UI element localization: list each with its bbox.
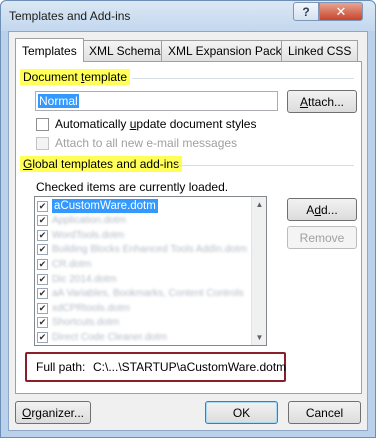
list-scrollbar[interactable]: ▲ ▼ xyxy=(251,197,266,345)
help-icon: ? xyxy=(302,4,310,19)
full-path-label: Full path: xyxy=(36,360,86,374)
close-icon: ✕ xyxy=(335,3,347,19)
auto-update-checkbox[interactable]: Automatically update document styles xyxy=(36,116,256,132)
add-button-label: Add... xyxy=(306,202,338,217)
full-path-callout: Full path: C:\...\STARTUP\aCustomWare.do… xyxy=(25,352,286,382)
redacted-item-text: Dic 2014.dotm xyxy=(52,273,117,285)
list-item[interactable]: ✔ Shortcuts.dotm xyxy=(37,316,119,330)
document-template-heading: Document template xyxy=(20,69,131,85)
list-item[interactable]: ✔ aCustomWare.dotm xyxy=(37,199,158,213)
ok-button[interactable]: OK xyxy=(205,401,278,424)
redacted-item-text: CR.dotm xyxy=(52,258,92,270)
title-bar: Templates and Add-ins ? ✕ xyxy=(1,1,375,31)
list-item[interactable]: ✔ aA Variables, Bookmarks, Content Contro… xyxy=(37,287,244,301)
auto-update-label: Automatically update document styles xyxy=(55,117,257,131)
attach-button[interactable]: Attach... xyxy=(287,90,357,113)
list-item[interactable]: ✔ CR.dotm xyxy=(37,257,91,271)
templates-addins-dialog: Templates and Add-ins ? ✕ Templates XML … xyxy=(0,0,376,438)
list-items: ✔ aCustomWare.dotm ✔ Application.dotm ✔ WordT… xyxy=(35,197,252,345)
global-templates-heading: Global templates and add-ins xyxy=(20,156,183,172)
tab-xml-schema[interactable]: XML Schema xyxy=(82,40,168,61)
attach-email-label: Attach to all new e-mail messages xyxy=(55,136,238,150)
divider xyxy=(132,78,354,79)
close-button[interactable]: ✕ xyxy=(319,2,363,21)
attach-button-label: Attach... xyxy=(299,94,345,109)
tab-xml-expansion-packs[interactable]: XML Expansion Packs xyxy=(161,40,295,61)
organizer-button-label: Organizer... xyxy=(21,405,85,420)
redacted-item-text: aA Variables, Bookmarks, Content Control… xyxy=(52,288,244,300)
tab-label: Linked CSS xyxy=(288,44,352,58)
redacted-item-text: Shortcuts.dotm xyxy=(52,317,120,329)
attach-email-checkbox[interactable]: Attach to all new e-mail messages xyxy=(36,135,237,151)
dialog-body: Templates XML Schema XML Expansion Packs… xyxy=(8,31,368,431)
checkbox-icon[interactable]: ✔ xyxy=(37,331,48,343)
checkbox-icon xyxy=(36,136,49,150)
tab-linked-css[interactable]: Linked CSS xyxy=(281,40,359,61)
list-item[interactable]: ✔ Application.dotm xyxy=(37,214,126,228)
redacted-item-text: Building Blocks Enhanced Tools AddIn.dot… xyxy=(52,244,247,256)
tab-templates[interactable]: Templates xyxy=(15,38,84,62)
tab-label: XML Schema xyxy=(89,44,161,58)
redacted-item-text: WordTools.dotm xyxy=(52,229,125,241)
window-title: Templates and Add-ins xyxy=(9,9,131,23)
redacted-item-text: Direct Code Cleaner.dotm xyxy=(52,331,168,343)
document-template-field[interactable]: Normal xyxy=(35,91,278,111)
checkbox-icon xyxy=(36,117,49,131)
checkbox-icon[interactable]: ✔ xyxy=(37,244,48,256)
tab-label: XML Expansion Packs xyxy=(168,44,288,58)
checkbox-icon[interactable]: ✔ xyxy=(37,200,48,212)
cancel-button-label: Cancel xyxy=(305,405,344,420)
redacted-item-text: xdCPRtools.dotm xyxy=(52,302,130,314)
full-path-value: C:\...\STARTUP\aCustomWare.dotm xyxy=(93,360,287,374)
divider xyxy=(176,165,354,166)
loaded-note: Checked items are currently loaded. xyxy=(36,180,229,194)
checkbox-icon[interactable]: ✔ xyxy=(37,302,48,314)
redacted-item-text: Application.dotm xyxy=(52,215,126,227)
document-template-value: Normal xyxy=(38,94,79,108)
checkbox-icon[interactable]: ✔ xyxy=(37,273,48,285)
list-item[interactable]: ✔ Dic 2014.dotm xyxy=(37,272,116,286)
global-templates-list[interactable]: ✔ aCustomWare.dotm ✔ Application.dotm ✔ WordT… xyxy=(34,196,267,346)
list-item-label: aCustomWare.dotm xyxy=(52,199,158,213)
checkbox-icon[interactable]: ✔ xyxy=(37,229,48,241)
scroll-up-icon[interactable]: ▲ xyxy=(252,197,266,212)
organizer-button[interactable]: Organizer... xyxy=(15,401,91,424)
cancel-button[interactable]: Cancel xyxy=(288,401,361,424)
checkbox-icon[interactable]: ✔ xyxy=(37,288,48,300)
list-item[interactable]: ✔ Building Blocks Enhanced Tools AddIn.do… xyxy=(37,243,247,257)
list-item[interactable]: ✔ Direct Code Cleaner.dotm xyxy=(37,330,167,344)
checkbox-icon[interactable]: ✔ xyxy=(37,317,48,329)
tab-label: Templates xyxy=(22,43,77,58)
ok-button-label: OK xyxy=(232,405,251,420)
add-button[interactable]: Add... xyxy=(287,198,357,221)
checkbox-icon[interactable]: ✔ xyxy=(37,258,48,270)
help-button[interactable]: ? xyxy=(293,2,319,21)
list-item[interactable]: ✔ xdCPRtools.dotm xyxy=(37,301,130,315)
remove-button: Remove xyxy=(287,226,357,249)
remove-button-label: Remove xyxy=(299,230,345,245)
scroll-down-icon[interactable]: ▼ xyxy=(252,330,266,345)
list-item[interactable]: ✔ WordTools.dotm xyxy=(37,228,124,242)
checkbox-icon[interactable]: ✔ xyxy=(37,215,48,227)
